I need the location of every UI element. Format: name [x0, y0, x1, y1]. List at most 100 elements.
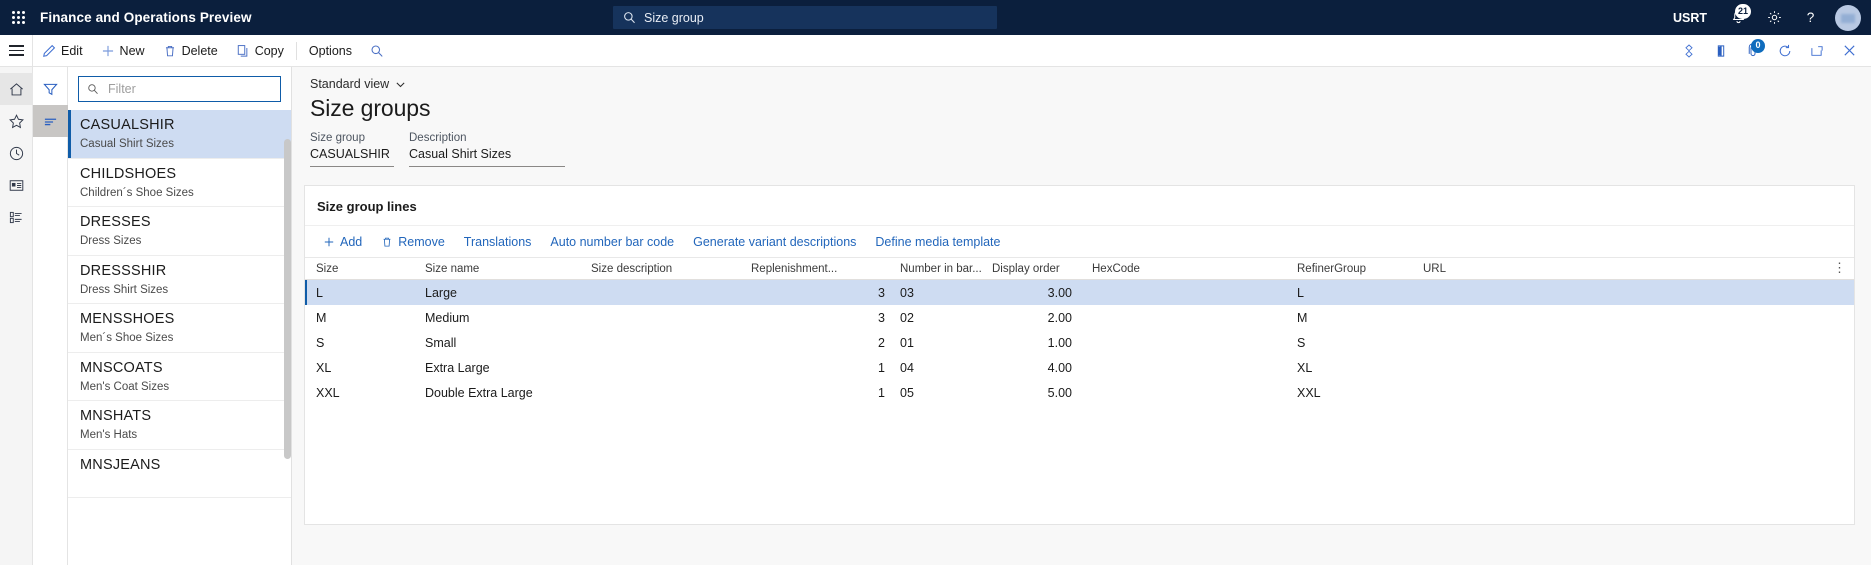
popout-icon[interactable]	[1803, 35, 1831, 67]
cell-number-in-bar[interactable]: 01	[891, 336, 986, 350]
size-group-field-value[interactable]: CASUALSHIR	[310, 147, 394, 167]
hamburger-menu-icon[interactable]	[0, 35, 33, 67]
table-row[interactable]: M Medium 3 02 2.00 M	[305, 305, 1854, 330]
close-icon[interactable]	[1835, 35, 1863, 67]
cell-refiner-group[interactable]: S	[1283, 336, 1409, 350]
list-item[interactable]: CASUALSHIR Casual Shirt Sizes	[68, 110, 291, 159]
cell-size[interactable]: M	[305, 311, 419, 325]
gear-icon[interactable]	[1757, 0, 1791, 35]
cell-refiner-group[interactable]: L	[1283, 286, 1409, 300]
list-scrollbar-thumb[interactable]	[284, 139, 291, 459]
size-group-lines-card: Size group lines Add Remove Translations…	[304, 185, 1855, 525]
column-header-url[interactable]: URL	[1409, 263, 1529, 275]
cell-replenishment[interactable]: 1	[751, 386, 891, 400]
remove-line-button[interactable]: Remove	[373, 232, 453, 252]
cell-size[interactable]: XL	[305, 361, 419, 375]
list-scroll-area[interactable]: CASUALSHIR Casual Shirt Sizes CHILDSHOES…	[68, 110, 291, 565]
table-row[interactable]: L Large 3 03 3.00 L	[305, 280, 1854, 305]
open-in-office-icon[interactable]	[1707, 35, 1735, 67]
column-header-number-in-bar[interactable]: Number in bar...	[891, 263, 986, 275]
global-search-box[interactable]: Size group	[613, 6, 997, 29]
table-row[interactable]: XXL Double Extra Large 1 05 5.00 XXL	[305, 380, 1854, 405]
new-button[interactable]: New	[92, 35, 154, 67]
sidebar-item-home[interactable]	[0, 73, 33, 105]
column-header-hexcode[interactable]: HexCode	[1078, 263, 1283, 275]
delete-button[interactable]: Delete	[154, 35, 227, 67]
list-item[interactable]: CHILDSHOES Children´s Shoe Sizes	[68, 159, 291, 208]
sidebar-item-modules[interactable]	[0, 201, 33, 233]
cell-size-name[interactable]: Small	[419, 336, 585, 350]
cell-number-in-bar[interactable]: 05	[891, 386, 986, 400]
cell-display-order[interactable]: 2.00	[986, 311, 1078, 325]
edit-button[interactable]: Edit	[33, 35, 92, 67]
app-title[interactable]: Finance and Operations Preview	[40, 10, 252, 25]
pencil-icon	[42, 44, 56, 58]
cell-number-in-bar[interactable]: 02	[891, 311, 986, 325]
question-mark-icon[interactable]: ?	[1793, 0, 1827, 35]
legal-entity-selector[interactable]: USRT	[1661, 11, 1719, 25]
column-header-replenishment[interactable]: Replenishment...	[751, 263, 891, 275]
generate-variant-descriptions-button[interactable]: Generate variant descriptions	[685, 232, 864, 252]
column-options-icon[interactable]: ⋮	[1833, 261, 1846, 275]
modules-icon	[8, 209, 25, 226]
list-item[interactable]: MENSSHOES Men´s Shoe Sizes	[68, 304, 291, 353]
cell-size[interactable]: XXL	[305, 386, 419, 400]
list-item[interactable]: DRESSES Dress Sizes	[68, 207, 291, 256]
app-launcher-icon[interactable]	[0, 0, 36, 35]
cell-size-name[interactable]: Extra Large	[419, 361, 585, 375]
cell-replenishment[interactable]: 3	[751, 311, 891, 325]
navigation-rail	[0, 67, 33, 565]
cell-refiner-group[interactable]: M	[1283, 311, 1409, 325]
sidebar-item-favorites[interactable]	[0, 105, 33, 137]
translations-button[interactable]: Translations	[456, 232, 540, 252]
cell-replenishment[interactable]: 1	[751, 361, 891, 375]
list-item[interactable]: MNSCOATS Men's Coat Sizes	[68, 353, 291, 402]
cell-display-order[interactable]: 4.00	[986, 361, 1078, 375]
sidebar-item-workspaces[interactable]	[0, 169, 33, 201]
cell-number-in-bar[interactable]: 04	[891, 361, 986, 375]
list-item-description: Dress Shirt Sizes	[80, 282, 291, 298]
column-header-size-name[interactable]: Size name	[419, 263, 585, 275]
cell-replenishment[interactable]: 3	[751, 286, 891, 300]
cell-size[interactable]: L	[305, 286, 419, 300]
bell-icon[interactable]: 21	[1721, 0, 1755, 35]
copy-button[interactable]: Copy	[227, 35, 293, 67]
cell-size-name[interactable]: Double Extra Large	[419, 386, 585, 400]
add-line-button[interactable]: Add	[315, 232, 370, 252]
table-row[interactable]: XL Extra Large 1 04 4.00 XL	[305, 355, 1854, 380]
list-filter-box[interactable]	[78, 76, 281, 102]
cell-size[interactable]: S	[305, 336, 419, 350]
column-header-display-order[interactable]: Display order	[986, 263, 1078, 275]
define-media-template-button[interactable]: Define media template	[867, 232, 1008, 252]
cell-display-order[interactable]: 5.00	[986, 386, 1078, 400]
cell-refiner-group[interactable]: XXL	[1283, 386, 1409, 400]
column-header-size[interactable]: Size	[305, 263, 419, 275]
cell-size-name[interactable]: Medium	[419, 311, 585, 325]
column-header-size-description[interactable]: Size description	[585, 263, 751, 275]
list-item[interactable]: MNSJEANS	[68, 450, 291, 499]
filter-input[interactable]	[106, 81, 280, 97]
cell-refiner-group[interactable]: XL	[1283, 361, 1409, 375]
refresh-icon[interactable]	[1771, 35, 1799, 67]
sidebar-item-recent[interactable]	[0, 137, 33, 169]
cell-replenishment[interactable]: 2	[751, 336, 891, 350]
action-search-icon[interactable]	[361, 35, 393, 67]
user-avatar[interactable]	[1835, 5, 1861, 31]
cell-display-order[interactable]: 3.00	[986, 286, 1078, 300]
cell-display-order[interactable]: 1.00	[986, 336, 1078, 350]
description-field-value[interactable]: Casual Shirt Sizes	[409, 147, 565, 167]
list-item[interactable]: MNSHATS Men's Hats	[68, 401, 291, 450]
filter-icon[interactable]	[33, 73, 68, 105]
cell-size-name[interactable]: Large	[419, 286, 585, 300]
list-item[interactable]: DRESSSHIR Dress Shirt Sizes	[68, 256, 291, 305]
share-icon[interactable]	[1675, 35, 1703, 67]
options-button[interactable]: Options	[300, 35, 361, 67]
view-selector[interactable]: Standard view	[292, 67, 406, 91]
attachments-icon[interactable]: 0	[1739, 35, 1767, 67]
list-item-description: Children´s Shoe Sizes	[80, 185, 291, 201]
list-lines-icon[interactable]	[33, 105, 68, 137]
table-row[interactable]: S Small 2 01 1.00 S	[305, 330, 1854, 355]
cell-number-in-bar[interactable]: 03	[891, 286, 986, 300]
auto-number-bar-code-button[interactable]: Auto number bar code	[542, 232, 682, 252]
column-header-refiner-group[interactable]: RefinerGroup	[1283, 263, 1409, 275]
